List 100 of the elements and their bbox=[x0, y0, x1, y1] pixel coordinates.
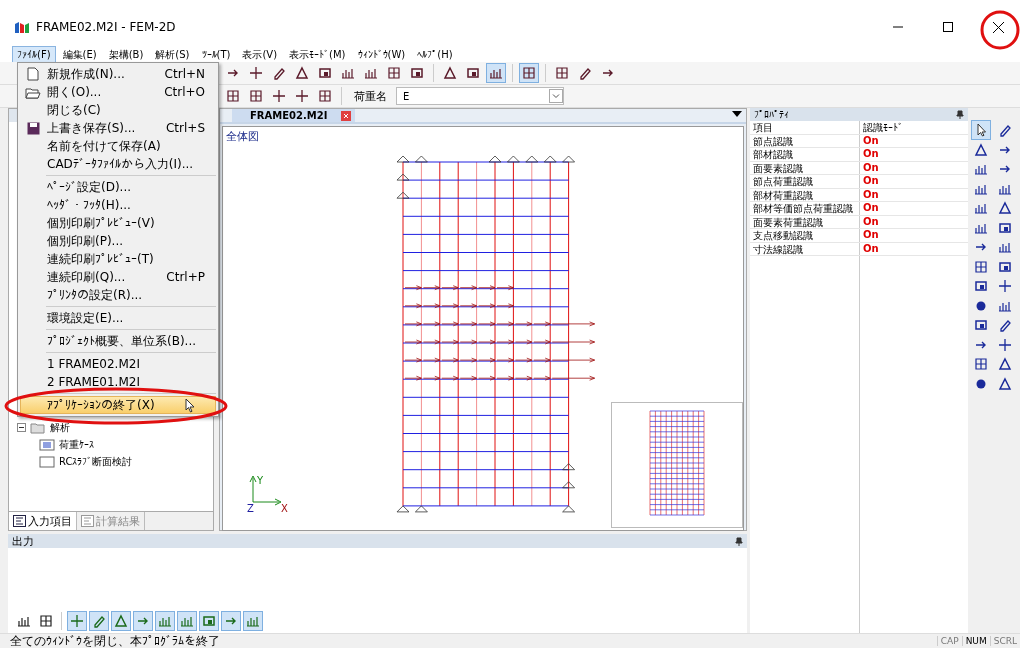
triangle-icon bbox=[997, 376, 1012, 391]
property-value: On bbox=[860, 188, 968, 202]
cross-icon bbox=[997, 279, 1012, 293]
pencil-icon bbox=[997, 318, 1012, 332]
menu-entry[interactable]: ﾍﾟｰｼﾞ設定(D)... bbox=[20, 178, 216, 196]
bars-icon bbox=[973, 162, 988, 176]
property-name: 節点認識 bbox=[750, 134, 860, 148]
menu-entry[interactable]: 連続印刷ﾌﾟﾚﾋﾞｭｰ(T) bbox=[20, 250, 216, 268]
toolbar-button[interactable] bbox=[89, 611, 109, 631]
menu-entry[interactable]: 閉じる(C) bbox=[20, 101, 216, 119]
grid-icon bbox=[522, 66, 536, 80]
menu-entry[interactable]: ﾌﾟﾘﾝﾀの設定(R)... bbox=[20, 286, 216, 304]
tree-item[interactable]: 解析 bbox=[50, 420, 70, 435]
grid-icon bbox=[387, 66, 401, 80]
pencil-icon bbox=[578, 66, 592, 80]
square-icon bbox=[973, 279, 988, 293]
maximize-icon bbox=[943, 22, 953, 32]
grid-icon bbox=[249, 89, 263, 103]
menu-item[interactable]: 架構(B) bbox=[103, 45, 149, 63]
square-icon bbox=[997, 220, 1012, 235]
column-header: 認識ﾓｰﾄﾞ bbox=[860, 121, 968, 135]
menu-item[interactable]: ﾂｰﾙ(T) bbox=[196, 45, 236, 63]
menu-entry[interactable]: 上書き保存(S)... Ctrl+S bbox=[20, 119, 216, 137]
pin-icon[interactable] bbox=[735, 536, 743, 546]
property-value: On bbox=[860, 242, 968, 256]
grid-icon bbox=[973, 259, 988, 274]
menu-item[interactable]: ﾍﾙﾌﾟ(H) bbox=[412, 45, 458, 63]
mouse-pointer-icon bbox=[185, 397, 195, 413]
pencil-icon bbox=[272, 66, 286, 80]
menu-item[interactable]: ｳｨﾝﾄﾞｳ(W) bbox=[352, 45, 411, 63]
bars-icon bbox=[341, 66, 355, 80]
bars-icon bbox=[973, 201, 988, 215]
bars-icon bbox=[180, 614, 194, 628]
property-name: 支点移動認識 bbox=[750, 229, 860, 243]
menu-entry[interactable]: 環境設定(E)... bbox=[20, 309, 216, 327]
menu-entry[interactable]: CADﾃﾞｰﾀﾌｧｲﾙから入力(I)... bbox=[20, 155, 216, 173]
cross-icon bbox=[249, 66, 263, 80]
menu-item[interactable]: 編集(E) bbox=[57, 45, 102, 63]
close-icon[interactable] bbox=[341, 110, 352, 121]
list-icon bbox=[39, 438, 55, 451]
menu-item[interactable]: 表示(V) bbox=[237, 45, 283, 63]
menu-entry[interactable]: ﾍｯﾀﾞ・ﾌｯﾀ(H)... bbox=[20, 196, 216, 214]
palette-tool-button[interactable] bbox=[970, 120, 991, 140]
menu-entry[interactable]: ﾌﾟﾛｼﾞｪｸﾄ概要、単位系(B)... bbox=[20, 332, 216, 350]
menu-entry[interactable]: 1 FRAME02.M2I bbox=[20, 355, 216, 373]
app-logo-icon bbox=[14, 20, 30, 34]
document-tab[interactable]: FRAME02.M2I bbox=[232, 109, 356, 122]
triangle-icon bbox=[997, 357, 1012, 371]
toolbar-button[interactable] bbox=[199, 611, 219, 631]
tree-item[interactable]: 荷重ｹｰｽ bbox=[59, 437, 94, 452]
property-value: On bbox=[860, 134, 968, 148]
document-icon bbox=[27, 67, 39, 81]
menu-entry[interactable]: 名前を付けて保存(A) bbox=[20, 137, 216, 155]
grid-icon bbox=[318, 89, 332, 103]
property-value: On bbox=[860, 215, 968, 229]
axis-drawing: Y Z X bbox=[245, 472, 290, 512]
bars-icon bbox=[364, 66, 378, 80]
grid-icon bbox=[39, 614, 53, 628]
grid-icon bbox=[973, 357, 988, 371]
square-icon bbox=[202, 614, 216, 628]
toolbar-button[interactable] bbox=[519, 63, 539, 83]
menu-entry[interactable]: ｱﾌﾟﾘｹｰｼｮﾝの終了(X) bbox=[20, 396, 216, 414]
menu-entry[interactable]: 連続印刷(Q)... Ctrl+P bbox=[20, 268, 216, 286]
square-icon bbox=[39, 455, 55, 468]
panel-tab[interactable]: 入力項目 bbox=[9, 512, 77, 530]
panel-title: ﾌﾟﾛﾊﾟﾃｨ bbox=[754, 109, 789, 120]
menu-entry[interactable]: 開く(O)... Ctrl+O bbox=[20, 83, 216, 101]
property-value: On bbox=[860, 148, 968, 162]
status-text: 全てのｳｨﾝﾄﾞｳを閉じ、本ﾌﾟﾛｸﾞﾗﾑを終了 bbox=[10, 632, 221, 648]
load-name-dropdown[interactable]: E bbox=[396, 87, 564, 105]
close-icon bbox=[992, 21, 1004, 33]
property-value: On bbox=[860, 202, 968, 216]
property-value: On bbox=[860, 229, 968, 243]
menu-entry[interactable]: 個別印刷ﾌﾟﾚﾋﾞｭｰ(V) bbox=[20, 214, 216, 232]
folder-icon bbox=[30, 421, 46, 434]
annotation-circle bbox=[980, 10, 1020, 50]
square-icon bbox=[318, 66, 332, 80]
status-indicator: CAP bbox=[936, 636, 962, 646]
triangle-icon bbox=[114, 614, 128, 628]
pin-icon[interactable] bbox=[955, 110, 964, 119]
grid-icon bbox=[555, 66, 569, 80]
dropdown-arrow-icon[interactable] bbox=[732, 111, 742, 119]
menu-entry[interactable]: 2 FRAME01.M2I bbox=[20, 373, 216, 391]
status-indicator: NUM bbox=[961, 636, 990, 646]
window-title: FRAME02.M2I - FEM-2D bbox=[36, 20, 177, 34]
tree-item[interactable]: RCｽﾗﾌﾞ断面検討 bbox=[59, 454, 133, 469]
load-name-label: 荷重名 bbox=[354, 88, 387, 104]
property-name: 部材認識 bbox=[750, 148, 860, 162]
bars-icon bbox=[489, 66, 503, 80]
menu-item[interactable]: 表示ﾓｰﾄﾞ(M) bbox=[284, 45, 351, 63]
property-name: 寸法線認識 bbox=[750, 242, 860, 256]
collapse-icon[interactable] bbox=[17, 423, 26, 432]
square-icon bbox=[973, 318, 988, 332]
menu-entry[interactable]: 新規作成(N)... Ctrl+N bbox=[20, 65, 216, 83]
panel-title: 出力 bbox=[12, 533, 34, 549]
menu-item[interactable]: 解析(S) bbox=[150, 45, 195, 63]
property-name: 節点荷重認識 bbox=[750, 175, 860, 189]
folder-icon bbox=[25, 85, 41, 99]
pencil-icon bbox=[92, 614, 106, 628]
menu-entry[interactable]: 個別印刷(P)... bbox=[20, 232, 216, 250]
